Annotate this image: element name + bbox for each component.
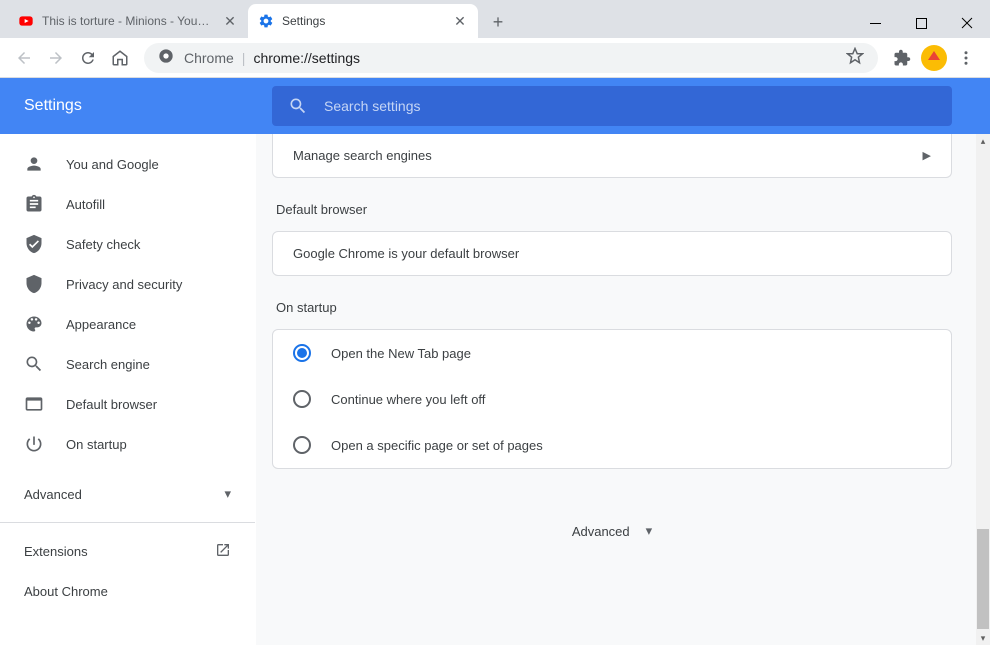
row-label: Manage search engines	[293, 148, 432, 163]
page-title: Settings	[24, 97, 272, 115]
search-settings-bar[interactable]: Search settings	[272, 86, 952, 126]
extensions-label: Extensions	[24, 544, 88, 559]
reload-button[interactable]	[72, 42, 104, 74]
close-icon[interactable]: ✕	[452, 13, 468, 29]
sidebar-item-label: Autofill	[66, 197, 105, 212]
tab-settings[interactable]: Settings ✕	[248, 4, 478, 38]
new-tab-button[interactable]: +	[484, 8, 512, 36]
site-info-icon[interactable]	[158, 48, 174, 67]
settings-header: Settings Search settings	[0, 78, 990, 134]
sidebar-item-label: On startup	[66, 437, 127, 452]
section-on-startup: On startup	[276, 300, 952, 315]
scrollbar-thumb[interactable]	[977, 529, 989, 629]
shield-icon	[24, 274, 44, 294]
sidebar-item-label: You and Google	[66, 157, 159, 172]
minimize-button[interactable]	[852, 8, 898, 38]
close-window-button[interactable]	[944, 8, 990, 38]
search-placeholder: Search settings	[324, 98, 421, 114]
about-label: About Chrome	[24, 584, 108, 599]
sidebar-item-on-startup[interactable]: On startup	[0, 424, 255, 464]
radio-icon	[293, 436, 311, 454]
address-bar[interactable]: Chrome | chrome://settings	[144, 43, 878, 73]
bookmark-star-icon[interactable]	[846, 47, 864, 68]
settings-sidebar: You and Google Autofill Safety check Pri…	[0, 134, 256, 645]
forward-button[interactable]	[40, 42, 72, 74]
tab-title: Settings	[282, 14, 446, 28]
sidebar-advanced-toggle[interactable]: Advanced ▾	[0, 474, 255, 514]
profile-button[interactable]	[918, 42, 950, 74]
scroll-up-arrow-icon[interactable]: ▴	[976, 134, 990, 148]
sidebar-extensions-link[interactable]: Extensions	[0, 531, 255, 571]
external-link-icon	[215, 542, 231, 561]
sidebar-item-default-browser[interactable]: Default browser	[0, 384, 255, 424]
section-default-browser: Default browser	[276, 202, 952, 217]
advanced-expand-button[interactable]: Advanced ▾	[272, 493, 952, 599]
chevron-down-icon: ▾	[224, 486, 231, 502]
default-browser-status: Google Chrome is your default browser	[273, 232, 951, 275]
divider	[0, 522, 255, 523]
palette-icon	[24, 314, 44, 334]
sidebar-item-label: Privacy and security	[66, 277, 182, 292]
tab-youtube[interactable]: This is torture - Minions - YouTube ✕	[8, 4, 248, 38]
sidebar-item-label: Search engine	[66, 357, 150, 372]
back-button[interactable]	[8, 42, 40, 74]
settings-main: Manage search engines ▶ Default browser …	[256, 134, 990, 645]
option-label: Continue where you left off	[331, 392, 485, 407]
sidebar-item-appearance[interactable]: Appearance	[0, 304, 255, 344]
sidebar-item-you-and-google[interactable]: You and Google	[0, 144, 255, 184]
radio-icon	[293, 390, 311, 408]
home-button[interactable]	[104, 42, 136, 74]
chevron-right-icon: ▶	[923, 149, 931, 162]
search-icon	[24, 354, 44, 374]
url-prefix: Chrome	[184, 50, 234, 66]
extensions-icon[interactable]	[886, 42, 918, 74]
settings-content: You and Google Autofill Safety check Pri…	[0, 134, 990, 645]
menu-button[interactable]	[950, 42, 982, 74]
shield-check-icon	[24, 234, 44, 254]
startup-option-continue[interactable]: Continue where you left off	[273, 376, 951, 422]
youtube-icon	[18, 13, 34, 29]
search-icon	[288, 96, 308, 116]
chevron-down-icon: ▾	[646, 523, 653, 539]
advanced-label: Advanced	[24, 487, 82, 502]
settings-page: Settings Search settings You and Google …	[0, 78, 990, 645]
close-icon[interactable]: ✕	[222, 13, 238, 29]
sidebar-item-safety-check[interactable]: Safety check	[0, 224, 255, 264]
browser-toolbar: Chrome | chrome://settings	[0, 38, 990, 78]
radio-icon	[293, 344, 311, 362]
sidebar-about-link[interactable]: About Chrome	[0, 571, 255, 611]
url-text: chrome://settings	[253, 50, 360, 66]
sidebar-item-autofill[interactable]: Autofill	[0, 184, 255, 224]
sidebar-item-label: Safety check	[66, 237, 140, 252]
gear-icon	[258, 13, 274, 29]
sidebar-item-search-engine[interactable]: Search engine	[0, 344, 255, 384]
sidebar-item-label: Default browser	[66, 397, 157, 412]
scroll-down-arrow-icon[interactable]: ▾	[976, 631, 990, 645]
maximize-button[interactable]	[898, 8, 944, 38]
browser-titlebar: This is torture - Minions - YouTube ✕ Se…	[0, 0, 990, 38]
startup-option-new-tab[interactable]: Open the New Tab page	[273, 330, 951, 376]
scrollbar[interactable]: ▴ ▾	[976, 134, 990, 645]
person-icon	[24, 154, 44, 174]
startup-option-specific-pages[interactable]: Open a specific page or set of pages	[273, 422, 951, 468]
browser-icon	[24, 394, 44, 414]
advanced-label: Advanced	[572, 524, 630, 539]
power-icon	[24, 434, 44, 454]
option-label: Open a specific page or set of pages	[331, 438, 543, 453]
tab-title: This is torture - Minions - YouTube	[42, 14, 216, 28]
option-label: Open the New Tab page	[331, 346, 471, 361]
url-separator: |	[242, 50, 246, 66]
manage-search-engines-row[interactable]: Manage search engines ▶	[273, 134, 951, 177]
sidebar-item-label: Appearance	[66, 317, 136, 332]
sidebar-item-privacy[interactable]: Privacy and security	[0, 264, 255, 304]
window-controls	[852, 8, 990, 38]
status-text: Google Chrome is your default browser	[293, 246, 519, 261]
clipboard-icon	[24, 194, 44, 214]
